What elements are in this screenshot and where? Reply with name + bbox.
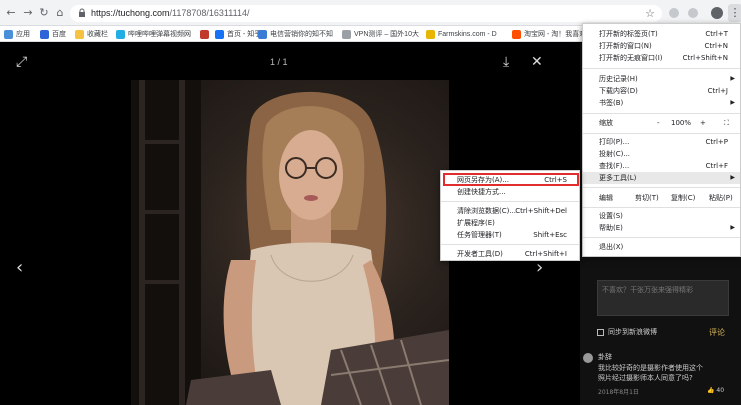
commenter-avatar[interactable] [583, 353, 593, 363]
extension-icon[interactable] [688, 8, 698, 18]
reload-icon[interactable]: ↻ [38, 7, 50, 19]
submit-comment-button[interactable]: 评论 [709, 327, 725, 338]
baidu-icon [40, 29, 49, 39]
menu-bookmarks[interactable]: 书签(B) ▶ [583, 97, 740, 109]
submenu-task-manager[interactable]: 任务管理器(T) Shift+Esc [441, 229, 579, 241]
menu-zoom: 缩放 [599, 119, 613, 127]
download-icon[interactable]: ⤓ [503, 55, 509, 69]
chevron-right-icon: ▶ [730, 75, 735, 82]
profile-avatar-icon[interactable] [711, 7, 723, 19]
portrait-illustration [131, 80, 449, 405]
close-icon[interactable]: ✕ [531, 55, 543, 69]
zoom-in-button[interactable]: + [700, 117, 706, 129]
thumbs-up-icon: 👍 [707, 387, 717, 394]
menu-incognito[interactable]: 打开新的无痕窗口(I) Ctrl+Shift+N [583, 52, 740, 64]
menu-separator [583, 68, 740, 69]
menu-help[interactable]: 帮助(E) ▶ [583, 222, 740, 234]
bookmark-apps[interactable]: 应用 [4, 28, 30, 40]
zoom-out-button[interactable]: - [657, 117, 660, 129]
bookmark-baidu[interactable]: 百度 [40, 28, 66, 40]
home-icon[interactable]: ⌂ [54, 7, 66, 19]
red-site-icon [200, 29, 209, 39]
extension-icon[interactable] [669, 8, 679, 18]
apps-grid-icon [4, 29, 13, 39]
bookmark-star-icon[interactable]: ☆ [645, 7, 655, 20]
taobao-icon [512, 29, 521, 39]
zoom-level: 100% [671, 119, 692, 127]
menu-copy-button[interactable]: 复制(C) [671, 192, 695, 204]
chevron-right-icon: ▶ [730, 224, 735, 231]
menu-settings[interactable]: 设置(S) [583, 210, 740, 222]
menu-cut-button[interactable]: 剪切(T) [635, 192, 659, 204]
chrome-main-menu: 打开新的标签页(T) Ctrl+T 打开新的窗口(N) Ctrl+N 打开新的无痕窗… [582, 23, 741, 257]
menu-new-window[interactable]: 打开新的窗口(N) Ctrl+N [583, 40, 740, 52]
commenter-name[interactable]: 卦辞 [598, 352, 612, 362]
menu-more-tools[interactable]: 更多工具(L) ▶ [583, 172, 740, 184]
zhihu-icon [215, 29, 224, 39]
menu-cast[interactable]: 投射(C)... [583, 148, 740, 160]
menu-print[interactable]: 打印(P)... Ctrl+P [583, 136, 740, 148]
menu-new-tab[interactable]: 打开新的标签页(T) Ctrl+T [583, 28, 740, 40]
next-arrow-icon[interactable]: › [536, 259, 543, 277]
fullscreen-icon[interactable]: ⛶ [724, 117, 729, 129]
document-icon [258, 29, 267, 39]
menu-separator [441, 244, 579, 245]
lock-icon [79, 8, 85, 17]
menu-separator [583, 113, 740, 114]
submenu-extensions[interactable]: 扩展程序(E) [441, 217, 579, 229]
farmskins-icon [426, 29, 435, 39]
comment-text: 我比较好奇的是摄影作者使用这个照片经过摄影师本人同意了吗? [598, 364, 703, 382]
menu-separator [583, 207, 740, 208]
previous-arrow-icon[interactable]: ‹ [16, 259, 23, 277]
comment-input[interactable]: 不喜欢？干张万张来强得精彩 [597, 280, 729, 316]
chrome-menu-kebab-icon[interactable]: ⋮ [728, 4, 741, 22]
sync-weibo-option[interactable]: 同步到新浪微博 [597, 327, 657, 337]
bookmark-telecom[interactable]: 电信营销你的知不知 [258, 28, 333, 40]
portrait-photo [131, 80, 449, 405]
forward-arrow-icon[interactable]: → [22, 7, 34, 19]
bookmark-red[interactable] [200, 28, 212, 40]
sync-checkbox[interactable] [597, 328, 604, 336]
back-arrow-icon[interactable]: ← [5, 7, 17, 19]
more-tools-submenu: 网页另存为(A)... Ctrl+S 创建快捷方式... 清除浏览数据(C)...… [440, 170, 580, 261]
menu-separator [583, 133, 740, 134]
menu-separator [441, 201, 579, 202]
fullscreen-expand-icon[interactable]: ⤢ [16, 55, 27, 69]
bookmark-vpn[interactable]: VPN测评 – 国外10大 [342, 28, 419, 40]
menu-exit[interactable]: 退出(X) [583, 241, 740, 253]
submenu-clear-data[interactable]: 清除浏览数据(C)... Ctrl+Shift+Del [441, 205, 579, 217]
chevron-right-icon: ▶ [730, 174, 735, 181]
url-text: https://tuchong.com/1178708/16311114/ [91, 8, 250, 18]
comment-date: 2018年8月1日 [598, 389, 639, 396]
submenu-devtools[interactable]: 开发者工具(D) Ctrl+Shift+I [441, 248, 579, 260]
menu-paste-button[interactable]: 粘贴(P) [709, 192, 733, 204]
bookmark-folder[interactable]: 收藏栏 [75, 28, 108, 40]
bookmark-taobao[interactable]: 淘宝网 - 淘！我喜欢 [512, 28, 586, 40]
chevron-right-icon: ▶ [730, 99, 735, 106]
address-bar[interactable]: https://tuchong.com/1178708/16311114/ ☆ [70, 5, 662, 22]
menu-downloads[interactable]: 下载内容(D) Ctrl+J [583, 85, 740, 97]
bookmark-zhihu[interactable]: 首页 - 知乎 [215, 28, 261, 40]
bookmark-bilibili[interactable]: 哔哩哔哩弹幕视频网 [116, 28, 191, 40]
bookmark-farmskins[interactable]: Farmskins.com - D [426, 28, 497, 40]
menu-find[interactable]: 查找(F)... Ctrl+F [583, 160, 740, 172]
photo-counter: 1 / 1 [270, 57, 288, 67]
comment-likes[interactable]: 👍 40 [707, 387, 724, 394]
folder-icon [75, 29, 84, 39]
menu-separator [583, 187, 740, 188]
menu-separator [583, 237, 740, 238]
menu-history[interactable]: 历史记录(H) ▶ [583, 73, 740, 85]
bilibili-icon [116, 29, 125, 39]
submenu-save-page[interactable]: 网页另存为(A)... Ctrl+S [441, 174, 579, 186]
globe-icon [342, 29, 351, 39]
submenu-create-shortcut[interactable]: 创建快捷方式... [441, 186, 579, 198]
